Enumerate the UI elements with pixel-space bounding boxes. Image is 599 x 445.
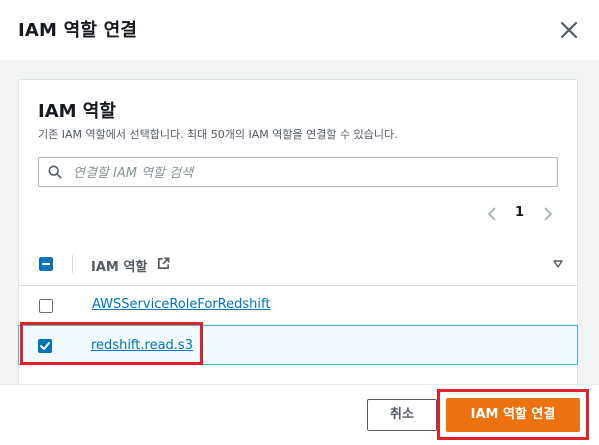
- highlight-box-submit-button: [437, 389, 589, 440]
- page-number[interactable]: 1: [515, 205, 524, 220]
- pagination: 1: [485, 204, 565, 224]
- cancel-button[interactable]: 취소: [367, 399, 437, 431]
- select-all-checkbox[interactable]: [39, 257, 53, 271]
- close-icon[interactable]: [557, 18, 581, 42]
- table-header: IAM 역할: [19, 243, 577, 286]
- panel-title: IAM 역할: [38, 101, 116, 122]
- role-link[interactable]: AWSServiceRoleForRedshift: [92, 297, 270, 312]
- sort-icon[interactable]: [553, 260, 563, 268]
- highlight-box-selected-row: [20, 322, 203, 365]
- column-header-iam-role[interactable]: IAM 역할: [91, 256, 147, 275]
- table-row[interactable]: AWSServiceRoleForRedshift: [19, 286, 577, 325]
- chevron-right-icon[interactable]: [541, 206, 555, 222]
- column-divider: [72, 255, 73, 273]
- row-checkbox[interactable]: [39, 299, 53, 313]
- associate-iam-role-modal: IAM 역할 연결 IAM 역할 기존 IAM 역할에서 선택합니다. 최대 5…: [0, 0, 599, 445]
- modal-header: IAM 역할 연결: [0, 0, 599, 61]
- search-input[interactable]: [71, 159, 545, 187]
- chevron-left-icon[interactable]: [485, 206, 499, 222]
- modal-title: IAM 역할 연결: [18, 20, 138, 41]
- search-icon: [48, 165, 62, 179]
- external-link-icon[interactable]: [157, 257, 170, 270]
- search-box: [38, 157, 558, 187]
- panel-description: 기존 IAM 역할에서 선택합니다. 최대 50개의 IAM 역할을 연결할 수…: [38, 128, 398, 141]
